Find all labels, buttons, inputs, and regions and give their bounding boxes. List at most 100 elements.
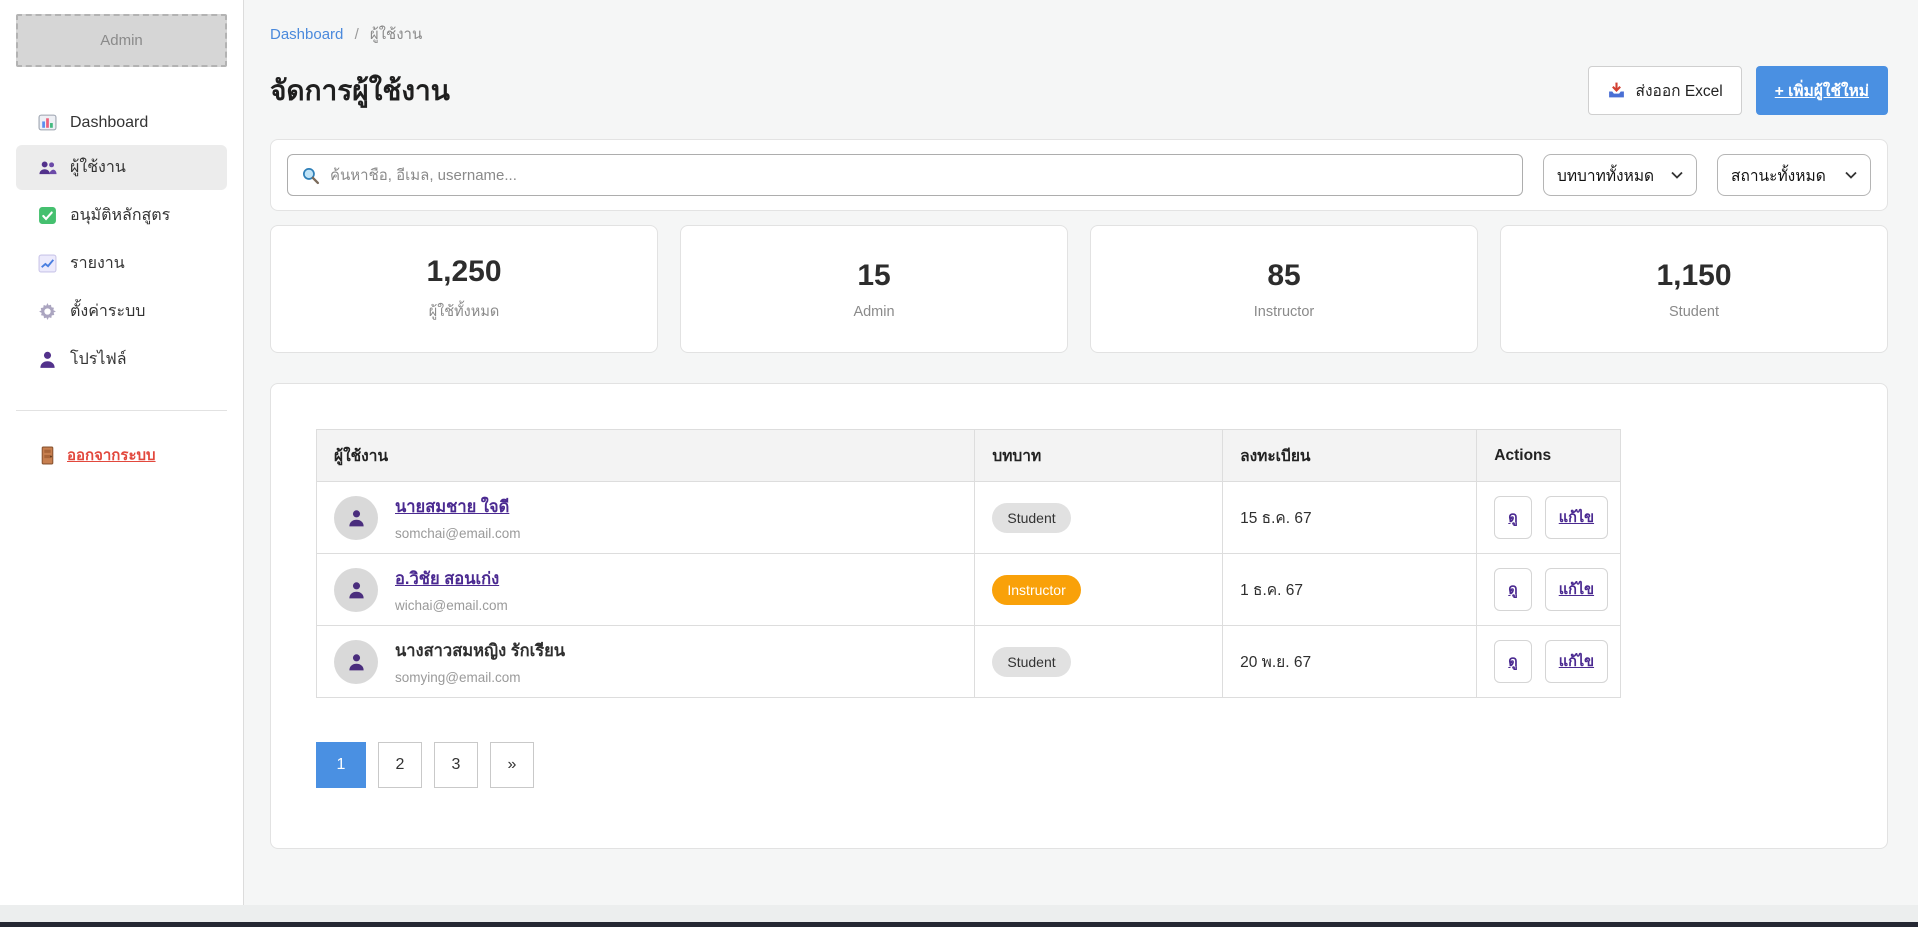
- sidebar-divider: [16, 410, 227, 411]
- actions-cell: ดู แก้ไข: [1494, 496, 1602, 539]
- stats-row: 1,250 ผู้ใช้ทั้งหมด 15 Admin 85 Instructor…: [270, 225, 1888, 353]
- title-actions: ส่งออก Excel + เพิ่มผู้ใช้ใหม่: [1588, 66, 1888, 115]
- sidebar-item-label: อนุมัติหลักสูตร: [70, 203, 170, 228]
- main-content: Dashboard / ผู้ใช้งาน จัดการผู้ใช้งาน ส่…: [244, 0, 1918, 905]
- breadcrumb-dashboard-link[interactable]: Dashboard: [270, 26, 343, 43]
- stat-value: 85: [1267, 259, 1300, 293]
- sidebar-item-label: ผู้ใช้งาน: [70, 155, 126, 180]
- pagination-page-2[interactable]: 2: [378, 742, 422, 788]
- stat-card-instructor: 85 Instructor: [1090, 225, 1478, 353]
- logout-link[interactable]: ออกจากระบบ: [16, 443, 227, 467]
- role-filter-value: บทบาททั้งหมด: [1557, 163, 1654, 188]
- search-input[interactable]: [330, 167, 1509, 184]
- user-cell: นายสมชาย ใจดี somchai@email.com: [334, 494, 957, 541]
- sidebar: Admin Dashboard ผู้ใช้งาน อนุมัติหลักสูต…: [0, 0, 244, 905]
- table-row: นายสมชาย ใจดี somchai@email.com Student …: [317, 482, 1621, 554]
- search-box: [287, 154, 1523, 196]
- avatar: [334, 496, 378, 540]
- user-name-link[interactable]: นายสมชาย ใจดี: [395, 494, 521, 520]
- user-email: somying@email.com: [395, 670, 565, 685]
- chevron-down-icon: [1845, 171, 1857, 179]
- user-name: นางสาวสมหญิง รักเรียน: [395, 638, 565, 664]
- user-cell: นางสาวสมหญิง รักเรียน somying@email.com: [334, 638, 957, 685]
- user-name-link[interactable]: อ.วิชัย สอนเก่ง: [395, 566, 508, 592]
- footer-strip: [0, 905, 1918, 922]
- stat-label: ผู้ใช้ทั้งหมด: [429, 300, 500, 323]
- stat-value: 15: [857, 259, 890, 293]
- breadcrumb-current: ผู้ใช้งาน: [370, 26, 422, 43]
- person-icon: [38, 350, 57, 369]
- role-filter-select[interactable]: บทบาททั้งหมด: [1543, 154, 1697, 196]
- view-button[interactable]: ดู: [1494, 568, 1531, 611]
- edit-button[interactable]: แก้ไข: [1545, 568, 1608, 611]
- download-icon: [1607, 81, 1626, 100]
- user-email: wichai@email.com: [395, 598, 508, 613]
- table-row: อ.วิชัย สอนเก่ง wichai@email.com Instruc…: [317, 554, 1621, 626]
- users-table: ผู้ใช้งานบทบาทลงทะเบียนActions นายสมชาย …: [316, 429, 1621, 698]
- role-badge: Student: [992, 647, 1070, 677]
- sidebar-item-approve-courses[interactable]: อนุมัติหลักสูตร: [16, 193, 227, 238]
- sidebar-item-users[interactable]: ผู้ใช้งาน: [16, 145, 227, 190]
- pagination-page-1[interactable]: 1: [316, 742, 366, 788]
- edit-button[interactable]: แก้ไข: [1545, 496, 1608, 539]
- sidebar-item-label: รายงาน: [70, 251, 125, 276]
- users-table-panel: ผู้ใช้งานบทบาทลงทะเบียนActions นายสมชาย …: [270, 383, 1888, 849]
- stat-card-student: 1,150 Student: [1500, 225, 1888, 353]
- admin-brand-label: Admin: [100, 32, 143, 49]
- status-filter-value: สถานะทั้งหมด: [1731, 163, 1826, 188]
- column-header: บทบาท: [975, 430, 1223, 482]
- sidebar-item-dashboard[interactable]: Dashboard: [16, 103, 227, 142]
- stat-label: Instructor: [1254, 304, 1314, 320]
- sidebar-item-label: ตั้งค่าระบบ: [70, 299, 145, 324]
- role-badge: Instructor: [992, 575, 1080, 605]
- sidebar-item-profile[interactable]: โปรไฟล์: [16, 337, 227, 382]
- sidebar-item-settings[interactable]: ตั้งค่าระบบ: [16, 289, 227, 334]
- chevron-down-icon: [1671, 171, 1683, 179]
- sidebar-nav: Dashboard ผู้ใช้งาน อนุมัติหลักสูตร รายง…: [16, 103, 227, 382]
- registered-date: 20 พ.ย. 67: [1223, 626, 1477, 698]
- stat-label: Admin: [853, 304, 894, 320]
- users-icon: [38, 158, 57, 177]
- export-excel-button[interactable]: ส่งออก Excel: [1588, 66, 1741, 115]
- title-row: จัดการผู้ใช้งาน ส่งออก Excel + เพิ่มผู้ใ…: [270, 66, 1888, 115]
- breadcrumb: Dashboard / ผู้ใช้งาน: [270, 22, 1888, 46]
- actions-cell: ดู แก้ไข: [1494, 568, 1602, 611]
- view-button[interactable]: ดู: [1494, 496, 1531, 539]
- door-icon: [38, 446, 57, 465]
- table-row: นางสาวสมหญิง รักเรียน somying@email.com …: [317, 626, 1621, 698]
- stat-value: 1,150: [1656, 259, 1731, 293]
- column-header: ลงทะเบียน: [1223, 430, 1477, 482]
- user-cell: อ.วิชัย สอนเก่ง wichai@email.com: [334, 566, 957, 613]
- add-user-label: + เพิ่มผู้ใช้ใหม่: [1775, 78, 1869, 103]
- sidebar-item-reports[interactable]: รายงาน: [16, 241, 227, 286]
- person-icon: [347, 580, 366, 599]
- chart-line-icon: [38, 254, 57, 273]
- edit-button[interactable]: แก้ไข: [1545, 640, 1608, 683]
- add-user-button[interactable]: + เพิ่มผู้ใช้ใหม่: [1756, 66, 1888, 115]
- search-icon: [301, 166, 320, 185]
- stat-value: 1,250: [426, 255, 501, 289]
- window-bottom-edge: [0, 922, 1918, 927]
- person-icon: [347, 652, 366, 671]
- stat-label: Student: [1669, 304, 1719, 320]
- filter-bar: บทบาททั้งหมด สถานะทั้งหมด: [270, 139, 1888, 211]
- column-header: ผู้ใช้งาน: [317, 430, 975, 482]
- admin-brand-box: Admin: [16, 14, 227, 67]
- user-email: somchai@email.com: [395, 526, 521, 541]
- page-title: จัดการผู้ใช้งาน: [270, 69, 450, 113]
- breadcrumb-separator: /: [355, 26, 359, 43]
- pagination: 123 »: [316, 742, 1842, 788]
- bar-chart-icon: [38, 113, 57, 132]
- status-filter-select[interactable]: สถานะทั้งหมด: [1717, 154, 1871, 196]
- actions-cell: ดู แก้ไข: [1494, 640, 1602, 683]
- person-icon: [347, 508, 366, 527]
- table-header-row: ผู้ใช้งานบทบาทลงทะเบียนActions: [317, 430, 1621, 482]
- stat-card-ผู้ใช้ทั้งหมด: 1,250 ผู้ใช้ทั้งหมด: [270, 225, 658, 353]
- gear-icon: [38, 302, 57, 321]
- avatar: [334, 640, 378, 684]
- app-window: Admin Dashboard ผู้ใช้งาน อนุมัติหลักสูต…: [0, 0, 1918, 905]
- pagination-page-3[interactable]: 3: [434, 742, 478, 788]
- pagination-next-button[interactable]: »: [490, 742, 534, 788]
- view-button[interactable]: ดู: [1494, 640, 1531, 683]
- registered-date: 15 ธ.ค. 67: [1223, 482, 1477, 554]
